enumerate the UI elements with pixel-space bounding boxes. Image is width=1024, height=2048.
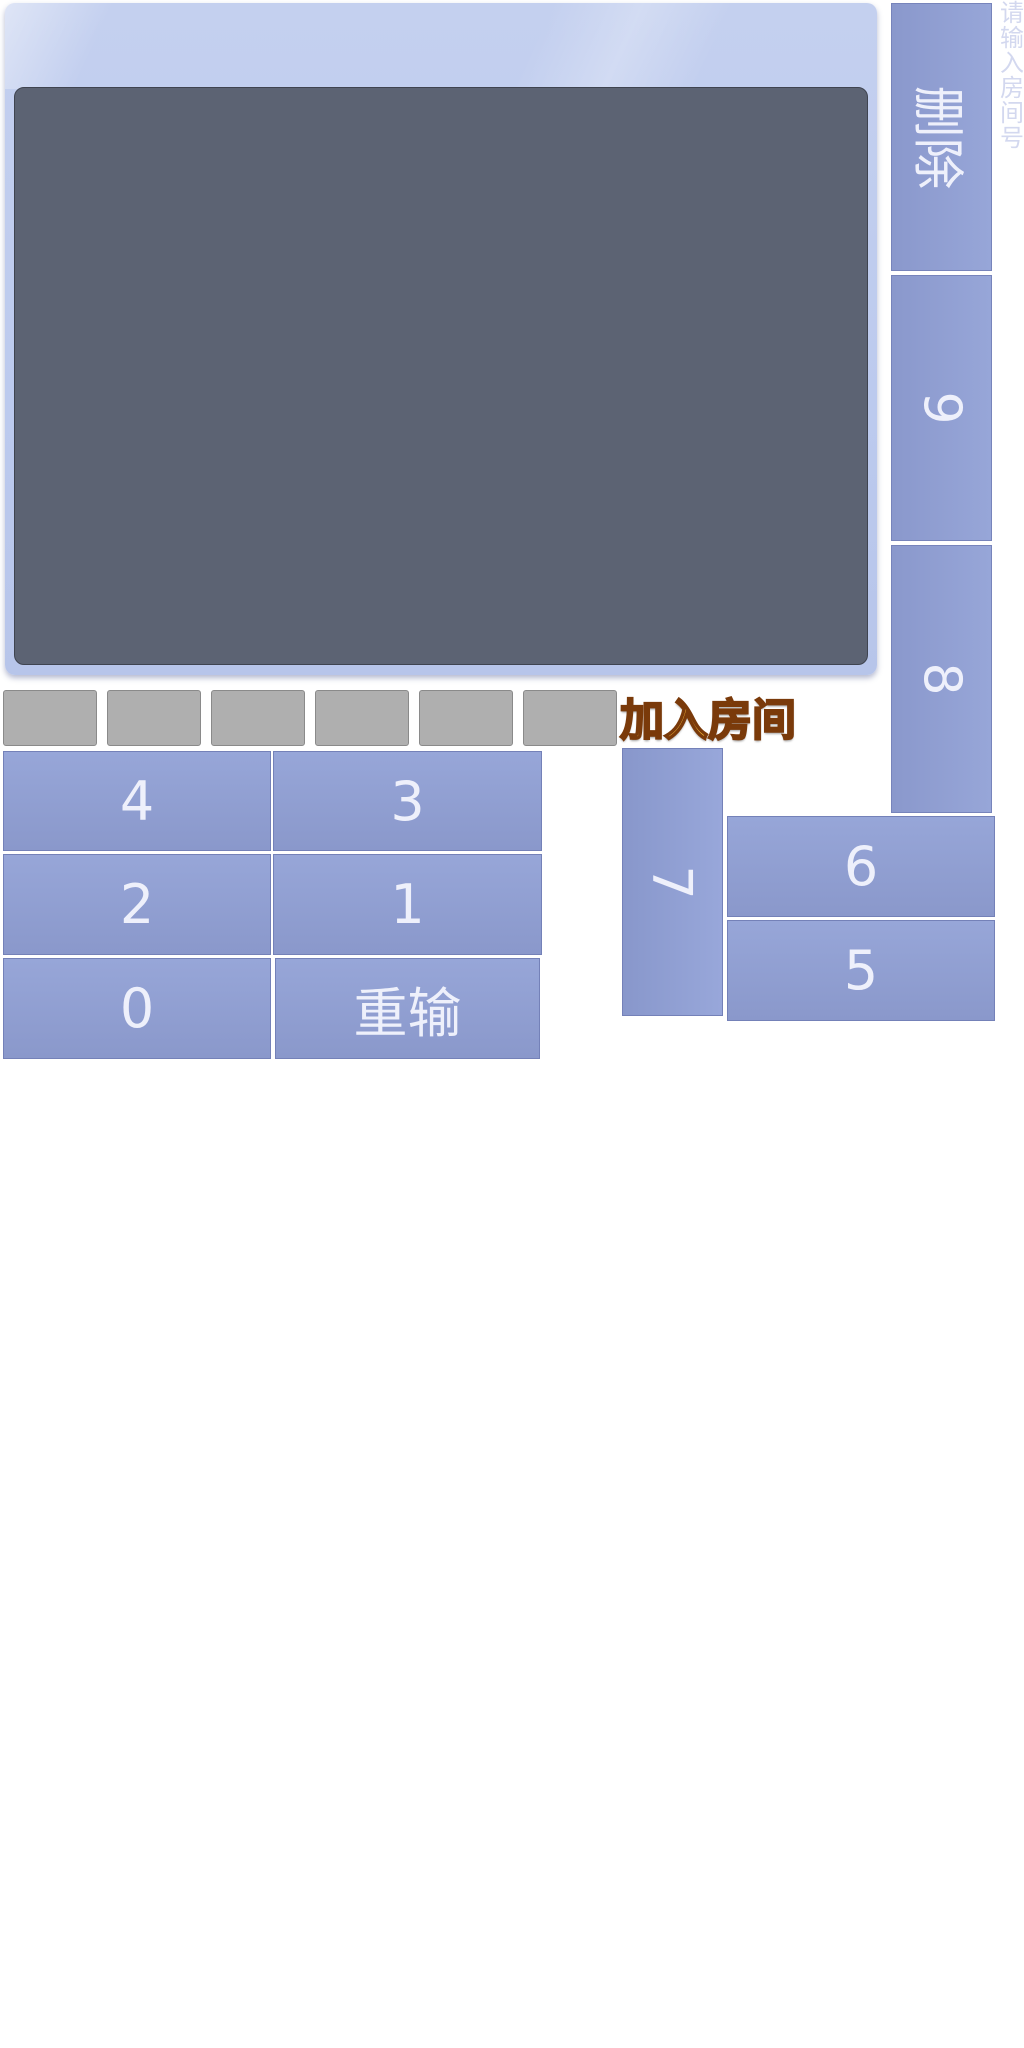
key-4-label: 4	[119, 769, 155, 833]
room-number-hint: 请输入房间号	[996, 0, 1024, 175]
key-5-button[interactable]: 5	[727, 920, 995, 1021]
key-3-label: 3	[390, 769, 425, 833]
key-7-label: 7	[640, 864, 704, 900]
key-4-button[interactable]: 4	[3, 751, 271, 851]
key-7-button[interactable]: 7	[622, 748, 723, 1016]
key-9-button[interactable]: 9	[891, 275, 992, 541]
key-2-button[interactable]: 2	[3, 854, 271, 955]
code-slot-6	[523, 690, 617, 746]
key-3-button[interactable]: 3	[273, 751, 542, 851]
panel-header	[5, 3, 877, 89]
reset-button[interactable]: 重输	[275, 958, 540, 1059]
reset-button-label: 重输	[353, 982, 462, 1045]
key-0-button[interactable]: 0	[3, 958, 271, 1059]
key-5-label: 5	[843, 939, 879, 1002]
key-6-button[interactable]: 6	[727, 816, 995, 917]
key-6-label: 6	[843, 835, 879, 898]
delete-button[interactable]: 删除	[891, 3, 992, 271]
room-number-hint-text: 请输入房间号	[996, 0, 1024, 150]
code-slot-2	[107, 690, 201, 746]
delete-button-label: 删除	[906, 84, 967, 190]
code-slot-1	[3, 690, 97, 746]
key-1-button[interactable]: 1	[273, 854, 542, 955]
display-screen	[14, 87, 868, 665]
code-slot-3	[211, 690, 305, 746]
code-slot-4	[315, 690, 409, 746]
join-room-label: 加入房间	[619, 694, 797, 747]
key-8-label: 8	[911, 662, 972, 696]
key-8-button[interactable]: 8	[891, 545, 992, 813]
room-join-screen: 删除 9 8 请输入房间号 加入房间 4 3 2 1 0 重输 7 6 5	[0, 0, 1024, 2048]
code-slot-5	[419, 690, 513, 746]
key-1-label: 1	[390, 873, 425, 936]
key-0-label: 0	[119, 977, 155, 1040]
key-9-label: 9	[911, 391, 972, 425]
key-2-label: 2	[119, 873, 155, 936]
display-panel	[5, 3, 877, 675]
join-room-button[interactable]: 加入房间	[619, 688, 797, 747]
